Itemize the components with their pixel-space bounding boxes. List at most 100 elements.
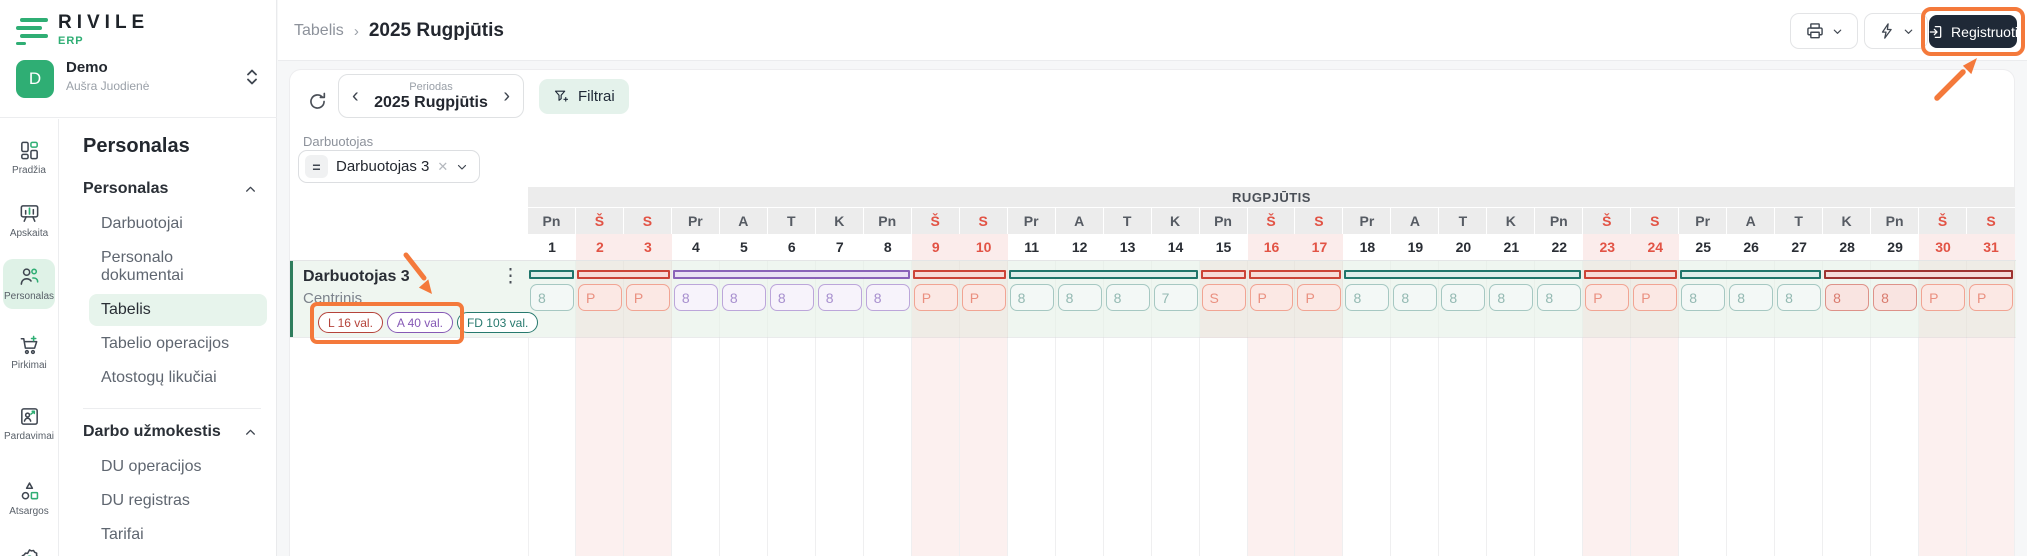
rail-item-nustatymai[interactable]: Nustatymai [3, 541, 55, 556]
app-logo[interactable]: RIVILE ERP [16, 13, 149, 47]
chevron-up-icon[interactable] [244, 426, 257, 439]
menu-item-tabelio-operacijos[interactable]: Tabelio operacijos [89, 328, 267, 360]
day-cell-20: 8 [1439, 284, 1487, 311]
day-number-cell-29: 29 [1871, 234, 1920, 260]
body-stripe-cell [528, 338, 576, 556]
period-next-button[interactable]: › [503, 86, 510, 106]
rail-item-pardavimai[interactable]: Pardavimai [3, 399, 55, 449]
day-value-4-vacation[interactable]: 8 [673, 284, 718, 311]
weekday-cell-31: S [1967, 208, 2015, 234]
body-stripe-cell [1487, 338, 1536, 556]
day-value-23-rest[interactable]: P [1585, 284, 1630, 311]
register-button[interactable]: Registruoti [1929, 15, 2018, 48]
day-value-3-rest[interactable]: P [625, 284, 670, 311]
day-value-27-work[interactable]: 8 [1777, 284, 1822, 311]
menu-item-darbuotojai[interactable]: Darbuotojai [89, 208, 267, 240]
shift-bar-4-8-purple[interactable] [672, 270, 910, 279]
employee-name[interactable]: Darbuotojas 3 [303, 268, 410, 286]
filters-button[interactable]: Filtrai [539, 79, 629, 114]
chip-remove-icon[interactable]: ✕ [437, 159, 448, 175]
day-value-20-work[interactable]: 8 [1441, 284, 1486, 311]
day-value-14-work[interactable]: 7 [1153, 284, 1198, 311]
chevron-down-icon[interactable] [456, 161, 468, 173]
body-stripe-cell [815, 338, 864, 556]
menu-item-personalo-dokumentai[interactable]: Personalo dokumentai [89, 242, 267, 292]
rail-item-pradžia[interactable]: Pradžia [3, 133, 55, 183]
day-value-6-vacation[interactable]: 8 [769, 284, 814, 311]
employee-filter-chip[interactable]: = Darbuotojas 3 ✕ [298, 150, 481, 183]
day-value-31-rest[interactable]: P [1969, 284, 2013, 311]
body-stripe-cell [1535, 338, 1584, 556]
day-value-1-work[interactable]: 8 [530, 284, 574, 311]
shift-bar-18-22-teal[interactable] [1344, 270, 1582, 279]
day-number-cell-5: 5 [719, 234, 768, 260]
rail-item-atsargos[interactable]: Atsargos [3, 474, 55, 524]
chevron-up-icon[interactable] [244, 183, 257, 196]
day-cell-14: 7 [1152, 284, 1200, 311]
period-value[interactable]: 2025 Rugpjūtis [374, 94, 488, 112]
shift-bar-9-10-red[interactable] [912, 270, 1006, 279]
shift-bar-2-3-red[interactable] [576, 270, 670, 279]
day-value-5-vacation[interactable]: 8 [721, 284, 766, 311]
day-value-10-rest[interactable]: P [961, 284, 1006, 311]
refresh-button[interactable] [302, 86, 332, 116]
rail-item-apskaita[interactable]: Apskaita [3, 196, 55, 246]
day-value-25-work[interactable]: 8 [1681, 284, 1726, 311]
day-value-11-work[interactable]: 8 [1009, 284, 1054, 311]
rail-item-label: Personalas [3, 291, 55, 302]
day-value-19-work[interactable]: 8 [1393, 284, 1438, 311]
menu-item-tabelis[interactable]: Tabelis [89, 294, 267, 326]
day-value-12-work[interactable]: 8 [1057, 284, 1102, 311]
chevron-up-down-icon[interactable] [245, 68, 259, 86]
menu-item-tarifai[interactable]: Tarifai [89, 519, 267, 551]
shift-bar-23-24-red[interactable] [1584, 270, 1678, 279]
user-switcher[interactable]: D Demo Aušra Juodienė [0, 52, 277, 118]
shift-bar-28-31-darkred[interactable] [1824, 270, 2013, 279]
day-value-2-rest[interactable]: P [577, 284, 622, 311]
day-value-17-rest[interactable]: P [1297, 284, 1342, 311]
day-number-cell-7: 7 [815, 234, 864, 260]
day-number-cell-19: 19 [1391, 234, 1440, 260]
shift-bar-16-17-red[interactable] [1248, 270, 1342, 279]
menu-item-du-operacijos[interactable]: DU operacijos [89, 451, 267, 483]
day-value-24-rest[interactable]: P [1633, 284, 1678, 311]
user-name: Demo [66, 59, 108, 76]
day-value-29-leave[interactable]: 8 [1873, 284, 1918, 311]
day-value-26-work[interactable]: 8 [1729, 284, 1774, 311]
print-button[interactable] [1790, 13, 1858, 49]
day-number-cell-20: 20 [1439, 234, 1488, 260]
period-prev-button[interactable]: ‹ [352, 86, 359, 106]
day-value-21-work[interactable]: 8 [1489, 284, 1534, 311]
menu-item-du-registras[interactable]: DU registras [89, 485, 267, 517]
shift-bar-11-14-teal[interactable] [1008, 270, 1198, 279]
day-value-16-rest[interactable]: P [1249, 284, 1294, 311]
breadcrumb-root[interactable]: Tabelis [294, 22, 344, 40]
day-value-18-work[interactable]: 8 [1345, 284, 1390, 311]
equals-operator-icon[interactable]: = [305, 155, 328, 178]
quick-actions-button[interactable] [1864, 13, 1928, 49]
shift-bar-25-27-teal[interactable] [1680, 270, 1822, 279]
menu-item-atostogų-likučiai[interactable]: Atostogų likučiai [89, 362, 267, 394]
day-value-30-rest[interactable]: P [1921, 284, 1966, 311]
kebab-menu-icon[interactable]: ⋮ [501, 266, 520, 288]
weekday-cell-26: A [1727, 208, 1776, 234]
day-value-9-rest[interactable]: P [913, 284, 958, 311]
day-value-13-work[interactable]: 8 [1105, 284, 1150, 311]
day-value-8-vacation[interactable]: 8 [865, 284, 910, 311]
day-value-7-vacation[interactable]: 8 [817, 284, 862, 311]
body-stripe-cell [671, 338, 720, 556]
day-number-cell-12: 12 [1055, 234, 1104, 260]
rail-item-personalas[interactable]: Personalas [3, 259, 55, 309]
rail-item-pirkimai[interactable]: Pirkimai [3, 328, 55, 378]
day-value-28-leave[interactable]: 8 [1825, 284, 1870, 311]
menu-section-darbo-uzmokestis[interactable]: Darbo užmokestis [83, 423, 267, 441]
body-stripe-cell [1919, 338, 1968, 556]
day-value-15-holiday[interactable]: S [1201, 284, 1246, 311]
chip-value: Darbuotojas 3 [336, 158, 430, 175]
rivile-logo-icon [16, 15, 48, 45]
body-stripe-cell [863, 338, 912, 556]
day-value-22-work[interactable]: 8 [1537, 284, 1582, 311]
menu-section-personalas[interactable]: Personalas [83, 180, 267, 198]
shift-bar-15-15-red[interactable] [1200, 270, 1246, 279]
shift-bar-1-1-teal[interactable] [529, 270, 574, 279]
